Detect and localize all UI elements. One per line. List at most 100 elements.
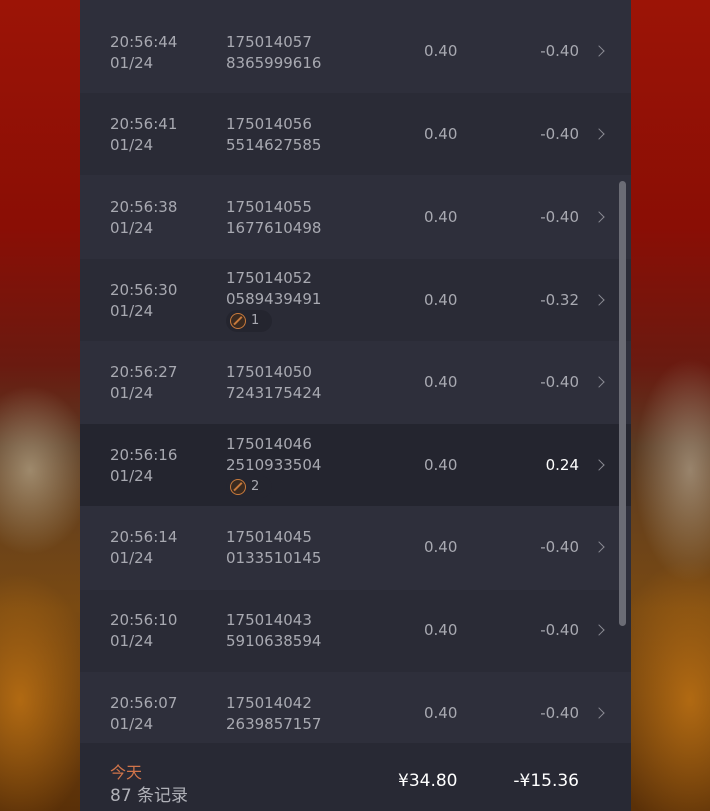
order-id-line1: 175014045 [226, 528, 312, 546]
free-spin-badge: 1 [226, 310, 272, 332]
history-row[interactable]: 20:56:38 01/24 175014055 1677610498 0.40… [80, 176, 631, 258]
order-id-line2: 0589439491 [226, 290, 322, 308]
row-win: -0.40 [540, 538, 579, 556]
history-row[interactable]: 20:56:30 01/24 175014052 0589439491 1 0.… [80, 259, 631, 341]
order-id-line1: 175014057 [226, 33, 312, 51]
order-id-line1: 175014050 [226, 363, 312, 381]
row-win: -0.40 [540, 208, 579, 226]
history-row[interactable]: 20:56:14 01/24 175014045 0133510145 0.40… [80, 507, 631, 589]
row-time: 20:56:27 [110, 363, 178, 381]
row-timestamp: 20:56:30 01/24 [110, 280, 177, 322]
order-id-line1: 175014052 [226, 269, 312, 287]
chevron-right-icon[interactable] [593, 128, 605, 140]
order-id-line1: 175014043 [226, 611, 312, 629]
history-row[interactable]: 20:56:44 01/24 175014057 8365999616 0.40… [80, 10, 631, 92]
row-date: 01/24 [110, 467, 154, 485]
row-time: 20:56:44 [110, 33, 178, 51]
row-timestamp: 20:56:07 01/24 [110, 693, 177, 735]
row-order-id: 175014057 8365999616 [226, 32, 321, 74]
order-id-line2: 2639857157 [226, 715, 322, 733]
row-timestamp: 20:56:27 01/24 [110, 362, 177, 404]
row-date: 01/24 [110, 384, 154, 402]
row-timestamp: 20:56:41 01/24 [110, 114, 177, 156]
row-bet: 0.40 [424, 125, 458, 143]
history-panel: 20:56:44 01/24 175014057 8365999616 0.40… [80, 0, 631, 811]
chevron-right-icon[interactable] [593, 376, 605, 388]
order-id-line1: 175014056 [226, 115, 312, 133]
record-count: 87 条记录 [110, 786, 189, 806]
row-date: 01/24 [110, 136, 154, 154]
row-order-id: 175014056 5514627585 [226, 114, 321, 156]
order-id-line2: 7243175424 [226, 384, 322, 402]
order-id-line2: 8365999616 [226, 54, 322, 72]
chevron-right-icon[interactable] [593, 294, 605, 306]
order-id-line1: 175014055 [226, 198, 312, 216]
row-order-id: 175014043 5910638594 [226, 610, 321, 652]
row-order-id: 175014046 2510933504 [226, 434, 321, 476]
row-bet: 0.40 [424, 456, 458, 474]
row-bet: 0.40 [424, 42, 458, 60]
period-label[interactable]: 今天 [110, 759, 142, 783]
row-win: -0.40 [540, 704, 579, 722]
row-date: 01/24 [110, 302, 154, 320]
order-id-line2: 2510933504 [226, 456, 322, 474]
history-row[interactable]: 20:56:16 01/24 175014046 2510933504 2 0.… [80, 424, 631, 506]
row-time: 20:56:10 [110, 611, 178, 629]
row-bet: 0.40 [424, 538, 458, 556]
free-spin-icon [230, 313, 246, 329]
chevron-right-icon[interactable] [593, 707, 605, 719]
row-date: 01/24 [110, 549, 154, 567]
free-spin-count: 2 [251, 479, 260, 494]
free-spin-badge: 2 [226, 476, 272, 498]
row-timestamp: 20:56:10 01/24 [110, 610, 177, 652]
history-row[interactable]: 20:56:27 01/24 175014050 7243175424 0.40… [80, 342, 631, 424]
row-date: 01/24 [110, 219, 154, 237]
summary-footer: 今天 87 条记录 ¥34.80 -¥15.36 [80, 743, 631, 811]
history-row[interactable]: 20:56:10 01/24 175014043 5910638594 0.40… [80, 590, 631, 672]
row-order-id: 175014050 7243175424 [226, 362, 321, 404]
row-order-id: 175014052 0589439491 [226, 268, 321, 310]
row-order-id: 175014055 1677610498 [226, 197, 321, 239]
order-id-line1: 175014042 [226, 694, 312, 712]
row-win: -0.40 [540, 42, 579, 60]
row-win: -0.40 [540, 621, 579, 639]
row-date: 01/24 [110, 54, 154, 72]
row-win: -0.40 [540, 373, 579, 391]
free-spin-count: 1 [251, 313, 260, 328]
row-bet: 0.40 [424, 621, 458, 639]
row-date: 01/24 [110, 715, 154, 733]
chevron-right-icon[interactable] [593, 211, 605, 223]
order-id-line2: 1677610498 [226, 219, 322, 237]
chevron-right-icon[interactable] [593, 541, 605, 553]
row-time: 20:56:41 [110, 115, 178, 133]
row-win: -0.32 [540, 291, 579, 309]
order-id-line2: 5910638594 [226, 632, 322, 650]
row-date: 01/24 [110, 632, 154, 650]
row-win: -0.40 [540, 125, 579, 143]
order-id-line1: 175014046 [226, 435, 312, 453]
row-time: 20:56:38 [110, 198, 178, 216]
row-timestamp: 20:56:38 01/24 [110, 197, 177, 239]
order-id-line2: 0133510145 [226, 549, 322, 567]
row-bet: 0.40 [424, 373, 458, 391]
history-row[interactable]: 20:56:41 01/24 175014056 5514627585 0.40… [80, 93, 631, 175]
order-id-line2: 5514627585 [226, 136, 322, 154]
scrollbar[interactable] [619, 181, 626, 626]
chevron-right-icon[interactable] [593, 624, 605, 636]
row-time: 20:56:07 [110, 694, 178, 712]
total-win: -¥15.36 [513, 771, 579, 791]
row-win: 0.24 [545, 456, 579, 474]
chevron-right-icon[interactable] [593, 45, 605, 57]
total-bet: ¥34.80 [398, 771, 458, 791]
row-bet: 0.40 [424, 208, 458, 226]
chevron-right-icon[interactable] [593, 459, 605, 471]
free-spin-icon [230, 479, 246, 495]
row-order-id: 175014042 2639857157 [226, 693, 321, 735]
row-time: 20:56:14 [110, 528, 178, 546]
row-timestamp: 20:56:14 01/24 [110, 527, 177, 569]
row-time: 20:56:30 [110, 281, 178, 299]
row-timestamp: 20:56:44 01/24 [110, 32, 177, 74]
row-bet: 0.40 [424, 291, 458, 309]
row-bet: 0.40 [424, 704, 458, 722]
row-time: 20:56:16 [110, 446, 178, 464]
